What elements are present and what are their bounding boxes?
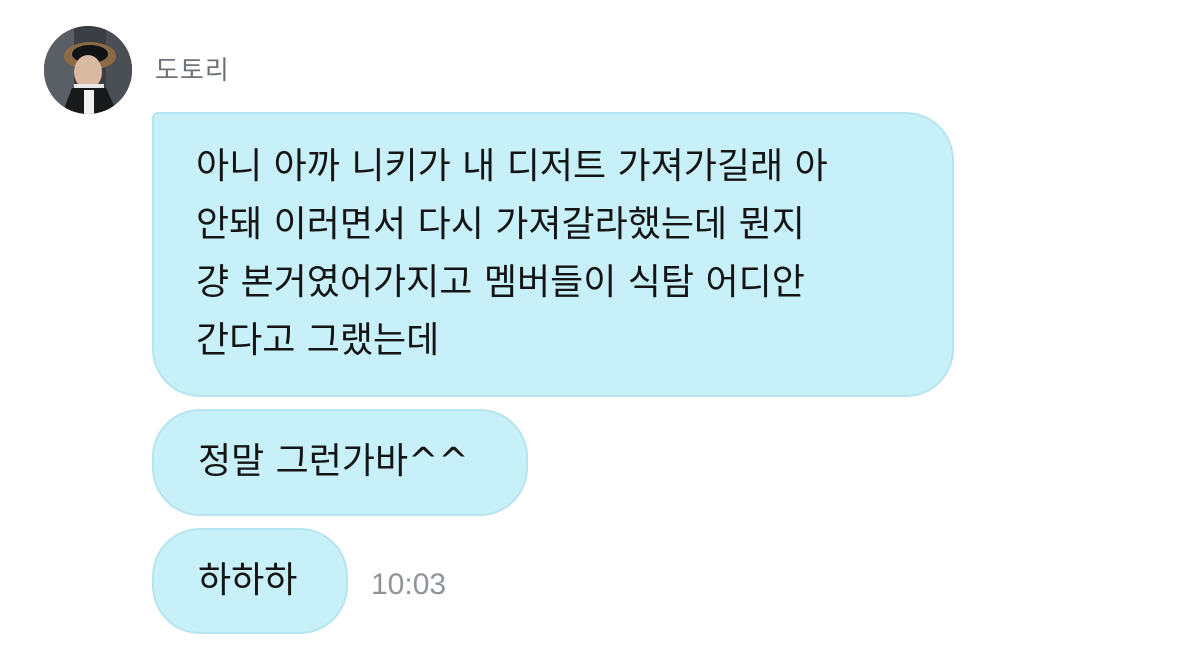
profile-photo bbox=[44, 26, 132, 114]
message-text: 정말 그런가바^^ bbox=[198, 441, 469, 482]
message-bubble[interactable]: 정말 그런가바^^ bbox=[152, 409, 528, 516]
message-bubble[interactable]: 하하하 bbox=[152, 528, 348, 634]
message-bubble[interactable]: 아니 아까 니키가 내 디저트 가져가길래 아 안돼 이러면서 다시 가져갈라했… bbox=[152, 112, 954, 397]
avatar[interactable] bbox=[44, 26, 132, 114]
message-line: 안돼 이러면서 다시 가져갈라했는데 뭔지 bbox=[196, 204, 805, 245]
chat-view: 도토리 아니 아까 니키가 내 디저트 가져가길래 아 안돼 이러면서 다시 가… bbox=[0, 0, 1200, 653]
message-timestamp: 10:03 bbox=[371, 568, 447, 601]
message-line: 간다고 그랬는데 bbox=[196, 320, 440, 361]
message-text: 하하하 bbox=[198, 560, 298, 601]
message-line: 걍 본거였어가지고 멤버들이 식탐 어디안 bbox=[196, 262, 805, 303]
sender-name: 도토리 bbox=[155, 56, 230, 86]
message-line: 아니 아까 니키가 내 디저트 가져가길래 아 bbox=[196, 146, 828, 187]
